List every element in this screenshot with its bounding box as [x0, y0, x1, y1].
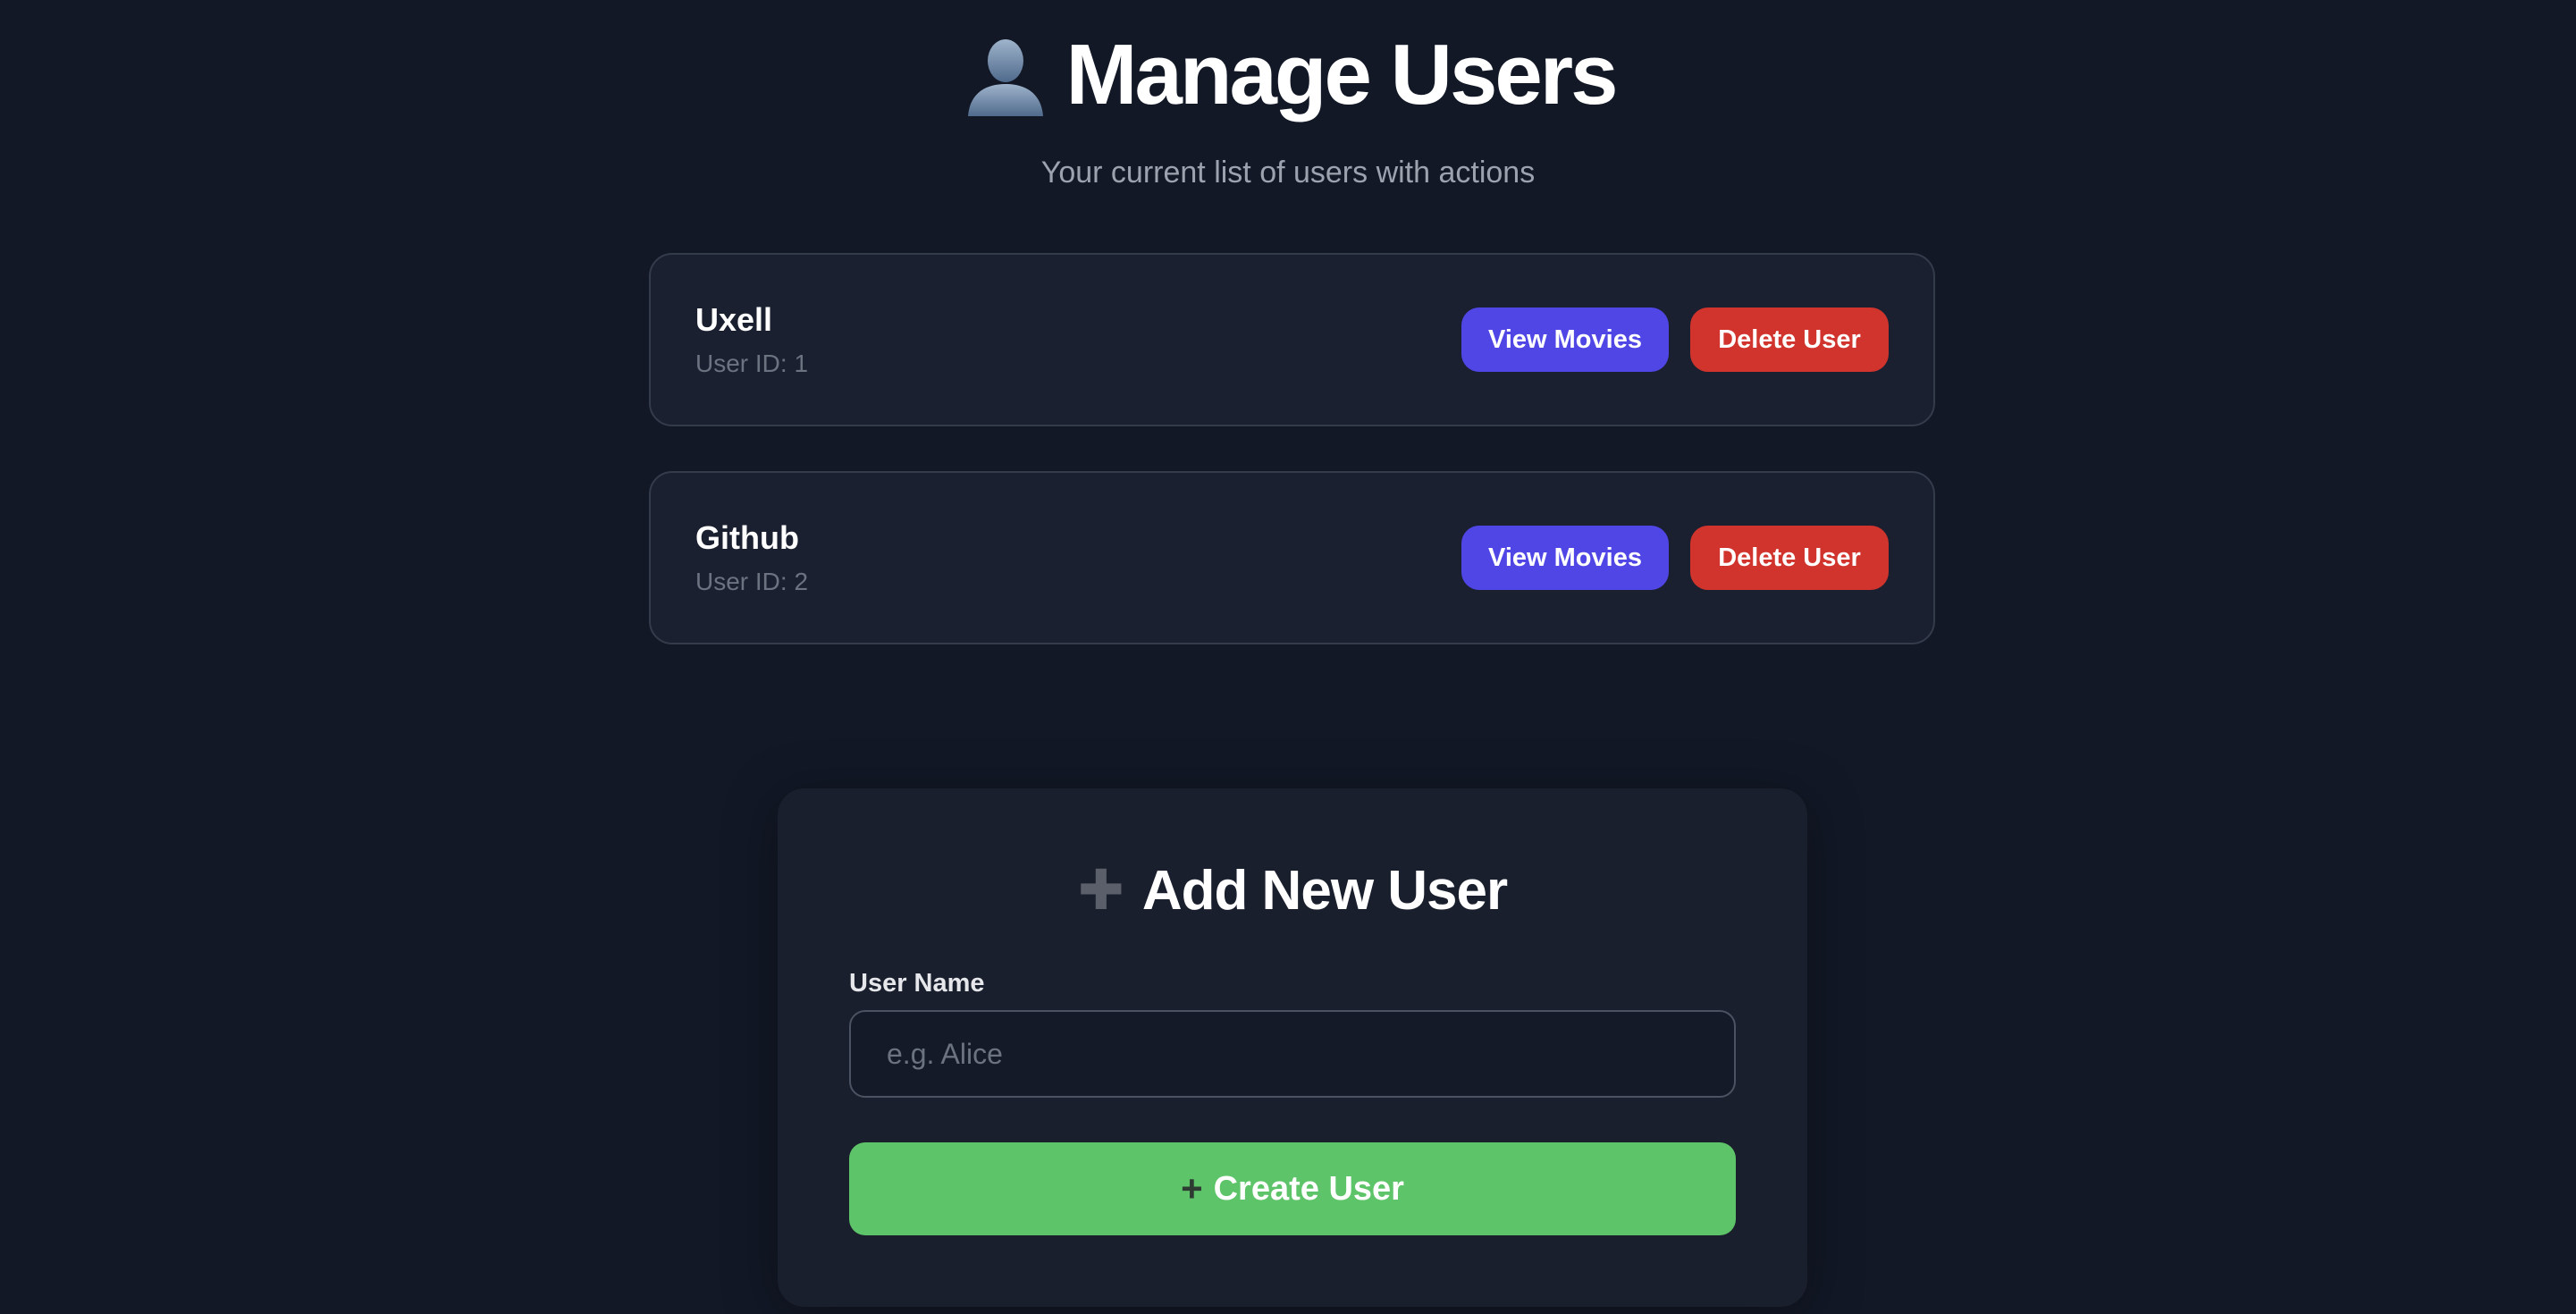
add-user-title: Add New User	[1141, 860, 1508, 922]
user-info: Github User ID: 2	[695, 519, 808, 596]
create-user-label: Create User	[1213, 1169, 1404, 1208]
user-id: User ID: 2	[695, 568, 809, 595]
page-subtitle: Your current list of users with actions	[1040, 156, 1536, 190]
view-movies-button[interactable]: View Movies	[1461, 307, 1669, 372]
user-name-label: User Name	[849, 969, 985, 998]
add-user-title-row: ✚ Add New User	[778, 863, 1807, 919]
view-movies-button[interactable]: View Movies	[1461, 526, 1669, 590]
user-actions: View Movies Delete User	[1461, 307, 1889, 372]
user-info: Uxell User ID: 1	[695, 301, 808, 378]
user-id: User ID: 1	[695, 350, 809, 377]
plus-icon: +	[1181, 1167, 1203, 1209]
manage-users-page: Manage Users Your current list of users …	[0, 0, 2576, 1314]
user-card: Uxell User ID: 1 View Movies Delete User	[649, 253, 1935, 426]
delete-user-button[interactable]: Delete User	[1690, 307, 1889, 372]
user-actions: View Movies Delete User	[1461, 526, 1889, 590]
title-row: Manage Users	[0, 25, 2576, 125]
user-card: Github User ID: 2 View Movies Delete Use…	[649, 471, 1935, 644]
plus-icon: ✚	[1077, 860, 1124, 922]
user-name-input[interactable]	[849, 1010, 1736, 1098]
delete-user-button[interactable]: Delete User	[1690, 526, 1889, 590]
user-name: Github	[695, 519, 799, 556]
user-name: Uxell	[695, 301, 773, 338]
user-silhouette-icon	[961, 30, 1050, 120]
page-title: Manage Users	[1065, 27, 1619, 122]
create-user-button[interactable]: + Create User	[849, 1142, 1736, 1235]
page-header: Manage Users Your current list of users …	[0, 25, 2576, 190]
add-user-panel: ✚ Add New User User Name + Create User	[778, 788, 1807, 1307]
